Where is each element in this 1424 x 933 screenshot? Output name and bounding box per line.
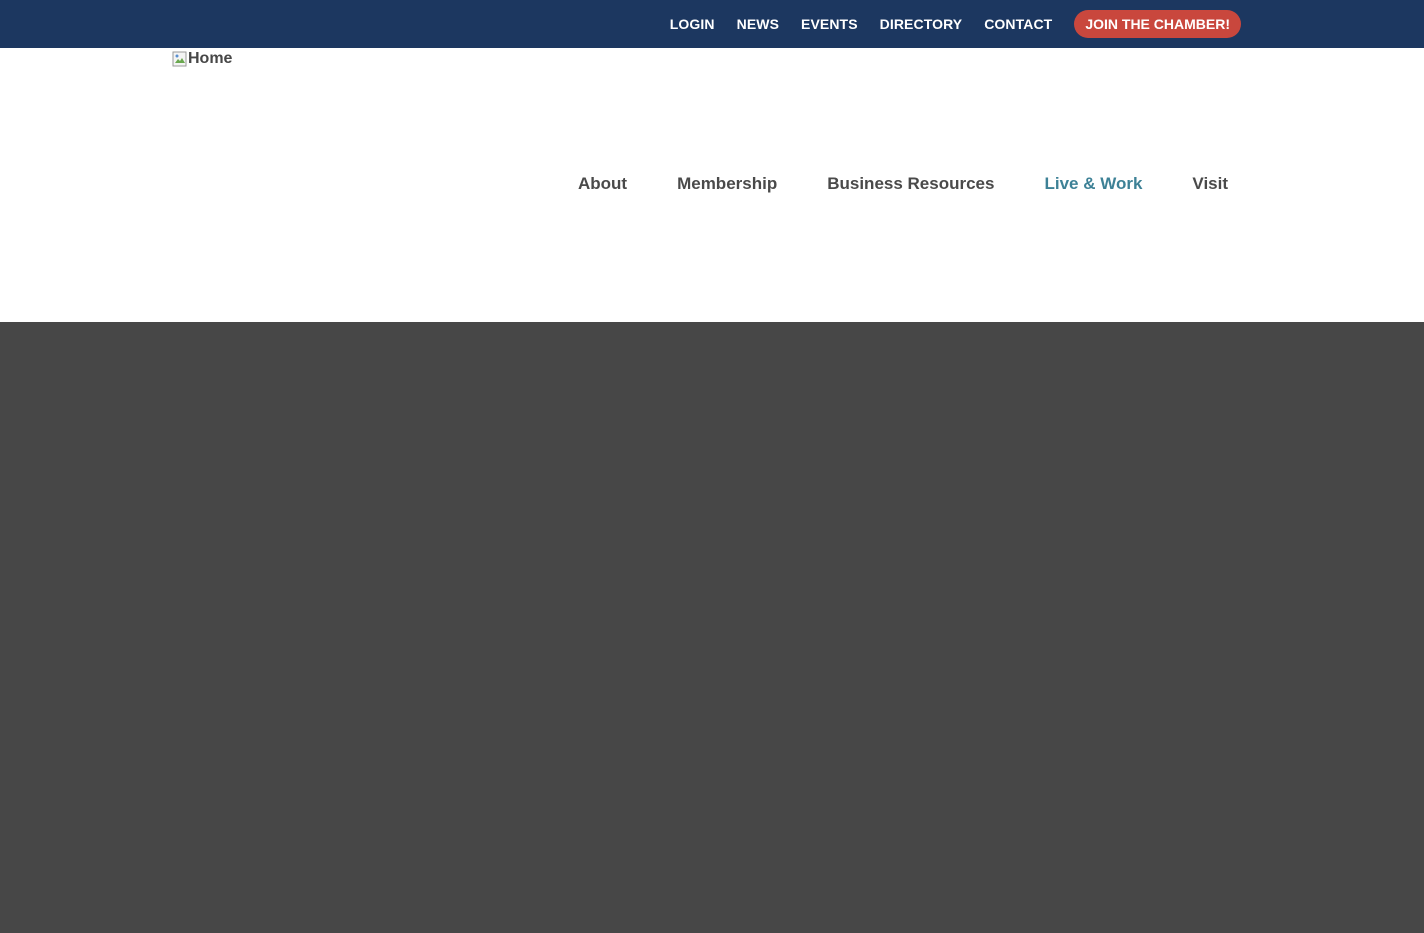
contact-link[interactable]: CONTACT <box>984 16 1052 32</box>
login-link[interactable]: LOGIN <box>670 16 715 32</box>
nav-item-visit[interactable]: Visit <box>1192 174 1228 194</box>
nav-item-about[interactable]: About <box>578 174 627 194</box>
top-utility-bar: LOGIN NEWS EVENTS DIRECTORY CONTACT JOIN… <box>0 0 1424 48</box>
nav-item-business-resources[interactable]: Business Resources <box>827 174 994 194</box>
site-header: Home About Membership Business Resources… <box>0 48 1424 322</box>
join-chamber-button[interactable]: JOIN THE CHAMBER! <box>1074 10 1241 38</box>
main-nav: About Membership Business Resources Live… <box>528 174 1228 194</box>
directory-link[interactable]: DIRECTORY <box>880 16 963 32</box>
news-link[interactable]: NEWS <box>737 16 779 32</box>
hero-banner <box>0 322 1424 933</box>
logo-alt-text: Home <box>188 50 233 67</box>
utility-nav: LOGIN NEWS EVENTS DIRECTORY CONTACT JOIN… <box>648 0 1241 48</box>
nav-item-membership[interactable]: Membership <box>677 174 777 194</box>
home-logo-link[interactable]: Home <box>172 50 232 68</box>
events-link[interactable]: EVENTS <box>801 16 858 32</box>
nav-item-live-work[interactable]: Live & Work <box>1044 174 1142 194</box>
broken-image-icon <box>172 51 188 67</box>
